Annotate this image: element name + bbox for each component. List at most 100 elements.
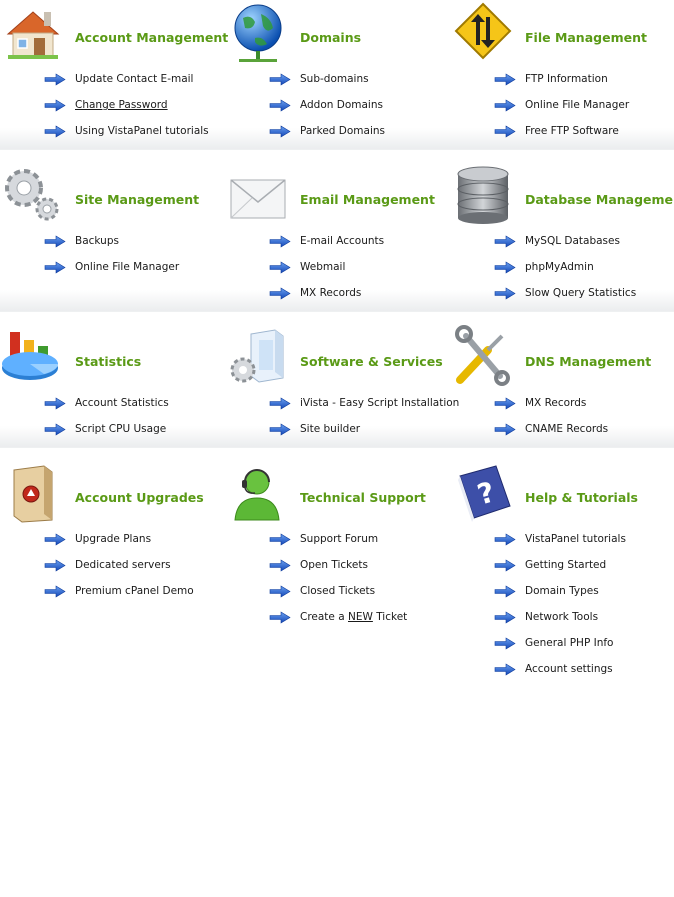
menu-item-mx-records[interactable]: MX Records bbox=[269, 280, 384, 306]
menu-item-label[interactable]: Online File Manager bbox=[525, 99, 629, 111]
arrow-right-icon bbox=[494, 99, 516, 112]
menu-item-label[interactable]: Open Tickets bbox=[300, 559, 368, 571]
software-box-icon[interactable] bbox=[225, 324, 291, 390]
menu-item-label[interactable]: Parked Domains bbox=[300, 125, 385, 137]
menu-item-parked-domains[interactable]: Parked Domains bbox=[269, 118, 385, 144]
menu-item-label[interactable]: Account settings bbox=[525, 663, 613, 675]
menu-item-label[interactable]: Slow Query Statistics bbox=[525, 287, 636, 299]
envelope-icon[interactable] bbox=[225, 162, 291, 228]
menu-item-label[interactable]: Create a NEW Ticket bbox=[300, 611, 407, 623]
section-title[interactable]: DNS Management bbox=[525, 354, 651, 369]
section-title[interactable]: Technical Support bbox=[300, 490, 426, 505]
section-title[interactable]: Domains bbox=[300, 30, 361, 45]
menu-item-script-cpu-usage[interactable]: Script CPU Usage bbox=[44, 416, 169, 442]
section-title[interactable]: File Management bbox=[525, 30, 647, 45]
menu-item-premium-cpanel-demo[interactable]: Premium cPanel Demo bbox=[44, 578, 194, 604]
menu-item-label[interactable]: phpMyAdmin bbox=[525, 261, 594, 273]
menu-item-account-settings[interactable]: Account settings bbox=[494, 656, 626, 682]
arrow-right-icon bbox=[494, 287, 516, 300]
upgrade-server-icon[interactable] bbox=[0, 460, 66, 526]
section-title[interactable]: Email Management bbox=[300, 192, 435, 207]
menu-item-slow-query-statistics[interactable]: Slow Query Statistics bbox=[494, 280, 636, 306]
menu-item-label[interactable]: Network Tools bbox=[525, 611, 598, 623]
menu-item-update-contact-email[interactable]: Update Contact E-mail bbox=[44, 66, 209, 92]
menu-item-cname-records[interactable]: CNAME Records bbox=[494, 416, 608, 442]
section-title[interactable]: Site Management bbox=[75, 192, 199, 207]
menu-item-mysql-databases[interactable]: MySQL Databases bbox=[494, 228, 636, 254]
menu-item-online-file-manager[interactable]: Online File Manager bbox=[44, 254, 179, 280]
menu-item-general-php-info[interactable]: General PHP Info bbox=[494, 630, 626, 656]
menu-item-create-new-ticket[interactable]: Create a NEW Ticket bbox=[269, 604, 407, 630]
menu-item-vistapanel-tutorials[interactable]: Using VistaPanel tutorials bbox=[44, 118, 209, 144]
menu-item-label[interactable]: Account Statistics bbox=[75, 397, 169, 409]
menu-item-label[interactable]: Free FTP Software bbox=[525, 125, 619, 137]
statistics-chart-icon[interactable] bbox=[0, 324, 66, 390]
menu-item-label[interactable]: Site builder bbox=[300, 423, 360, 435]
house-icon[interactable] bbox=[0, 0, 66, 66]
arrow-right-icon bbox=[44, 99, 66, 112]
section-title[interactable]: Account Management bbox=[75, 30, 228, 45]
help-book-icon[interactable]: ? bbox=[450, 460, 516, 526]
menu-item-phpmyadmin[interactable]: phpMyAdmin bbox=[494, 254, 636, 280]
menu-item-backups[interactable]: Backups bbox=[44, 228, 179, 254]
menu-item-label[interactable]: Dedicated servers bbox=[75, 559, 171, 571]
menu-item-free-ftp-software[interactable]: Free FTP Software bbox=[494, 118, 629, 144]
transfer-sign-icon[interactable] bbox=[450, 0, 516, 66]
section-title[interactable]: Software & Services bbox=[300, 354, 443, 369]
menu-item-addon-domains[interactable]: Addon Domains bbox=[269, 92, 385, 118]
menu-item-label[interactable]: CNAME Records bbox=[525, 423, 608, 435]
menu-item-support-forum[interactable]: Support Forum bbox=[269, 526, 407, 552]
arrow-right-icon bbox=[269, 423, 291, 436]
menu-item-webmail[interactable]: Webmail bbox=[269, 254, 384, 280]
menu-item-label[interactable]: E-mail Accounts bbox=[300, 235, 384, 247]
menu-item-email-accounts[interactable]: E-mail Accounts bbox=[269, 228, 384, 254]
menu-item-label[interactable]: Backups bbox=[75, 235, 119, 247]
menu-item-online-file-manager[interactable]: Online File Manager bbox=[494, 92, 629, 118]
menu-item-label[interactable]: Domain Types bbox=[525, 585, 599, 597]
menu-item-label[interactable]: Premium cPanel Demo bbox=[75, 585, 194, 597]
menu-item-label[interactable]: General PHP Info bbox=[525, 637, 614, 649]
section-title[interactable]: Statistics bbox=[75, 354, 141, 369]
menu-item-upgrade-plans[interactable]: Upgrade Plans bbox=[44, 526, 194, 552]
menu-item-label[interactable]: Upgrade Plans bbox=[75, 533, 151, 545]
menu-item-getting-started[interactable]: Getting Started bbox=[494, 552, 626, 578]
menu-item-vistapanel-tutorials[interactable]: VistaPanel tutorials bbox=[494, 526, 626, 552]
menu-item-label[interactable]: Addon Domains bbox=[300, 99, 383, 111]
tools-icon[interactable] bbox=[450, 324, 516, 390]
globe-icon[interactable] bbox=[225, 0, 291, 66]
section-title[interactable]: Database Management bbox=[525, 192, 674, 207]
menu-item-label[interactable]: Sub-domains bbox=[300, 73, 369, 85]
menu-item-label[interactable]: iVista - Easy Script Installation bbox=[300, 397, 459, 409]
menu-item-label[interactable]: VistaPanel tutorials bbox=[525, 533, 626, 545]
menu-item-label[interactable]: Update Contact E-mail bbox=[75, 73, 193, 85]
menu-item-change-password[interactable]: Change Password bbox=[44, 92, 209, 118]
menu-item-ivista-script-installation[interactable]: iVista - Easy Script Installation bbox=[269, 390, 459, 416]
menu-item-label[interactable]: Using VistaPanel tutorials bbox=[75, 125, 209, 137]
menu-item-label[interactable]: Script CPU Usage bbox=[75, 423, 166, 435]
section-title[interactable]: Help & Tutorials bbox=[525, 490, 638, 505]
section-title[interactable]: Account Upgrades bbox=[75, 490, 204, 505]
menu-item-label[interactable]: Closed Tickets bbox=[300, 585, 375, 597]
menu-item-ftp-information[interactable]: FTP Information bbox=[494, 66, 629, 92]
menu-item-domain-types[interactable]: Domain Types bbox=[494, 578, 626, 604]
menu-item-label[interactable]: MySQL Databases bbox=[525, 235, 620, 247]
menu-item-open-tickets[interactable]: Open Tickets bbox=[269, 552, 407, 578]
menu-item-label[interactable]: Getting Started bbox=[525, 559, 606, 571]
menu-item-label[interactable]: Support Forum bbox=[300, 533, 378, 545]
database-icon[interactable] bbox=[450, 162, 516, 228]
gears-icon[interactable] bbox=[0, 162, 66, 228]
menu-item-closed-tickets[interactable]: Closed Tickets bbox=[269, 578, 407, 604]
menu-item-label[interactable]: MX Records bbox=[525, 397, 586, 409]
support-agent-icon[interactable] bbox=[225, 460, 291, 526]
menu-item-sub-domains[interactable]: Sub-domains bbox=[269, 66, 385, 92]
menu-item-account-statistics[interactable]: Account Statistics bbox=[44, 390, 169, 416]
menu-item-mx-records[interactable]: MX Records bbox=[494, 390, 608, 416]
menu-item-label[interactable]: Online File Manager bbox=[75, 261, 179, 273]
menu-item-label[interactable]: MX Records bbox=[300, 287, 361, 299]
menu-item-site-builder[interactable]: Site builder bbox=[269, 416, 459, 442]
menu-item-network-tools[interactable]: Network Tools bbox=[494, 604, 626, 630]
menu-item-label[interactable]: Change Password bbox=[75, 99, 168, 111]
menu-item-dedicated-servers[interactable]: Dedicated servers bbox=[44, 552, 194, 578]
menu-item-label[interactable]: FTP Information bbox=[525, 73, 608, 85]
menu-item-label[interactable]: Webmail bbox=[300, 261, 345, 273]
